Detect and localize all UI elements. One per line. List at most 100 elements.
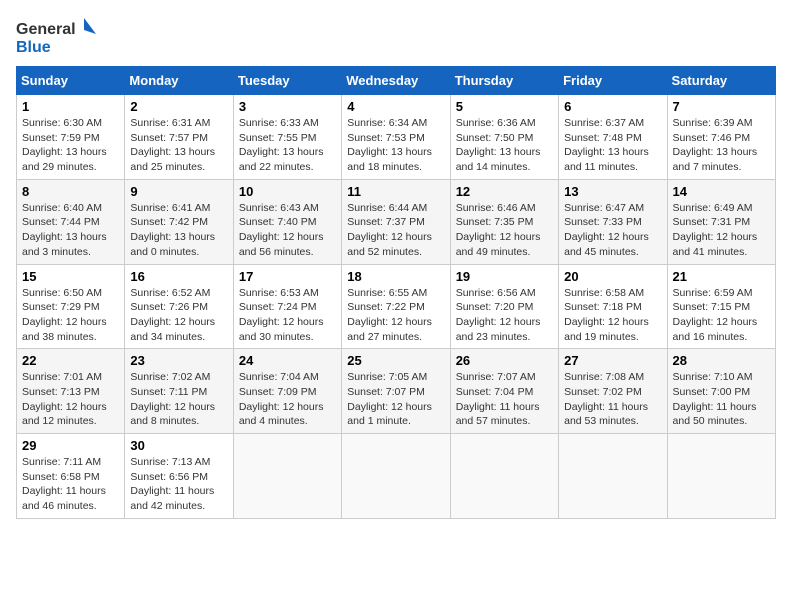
svg-text:Blue: Blue bbox=[16, 39, 51, 56]
calendar-cell: 21 Sunrise: 6:59 AM Sunset: 7:15 PM Dayli… bbox=[667, 264, 775, 349]
day-number: 27 bbox=[564, 353, 661, 368]
day-number: 16 bbox=[130, 269, 227, 284]
day-info: Sunrise: 6:37 AM Sunset: 7:48 PM Dayligh… bbox=[564, 116, 661, 175]
day-info: Sunrise: 6:46 AM Sunset: 7:35 PM Dayligh… bbox=[456, 201, 553, 260]
calendar-week-4: 22 Sunrise: 7:01 AM Sunset: 7:13 PM Dayli… bbox=[17, 349, 776, 434]
weekday-header-row: SundayMondayTuesdayWednesdayThursdayFrid… bbox=[17, 67, 776, 95]
logo-icon: GeneralBlue bbox=[16, 16, 96, 56]
day-info: Sunrise: 6:33 AM Sunset: 7:55 PM Dayligh… bbox=[239, 116, 336, 175]
day-number: 10 bbox=[239, 184, 336, 199]
day-info: Sunrise: 6:41 AM Sunset: 7:42 PM Dayligh… bbox=[130, 201, 227, 260]
day-info: Sunrise: 7:01 AM Sunset: 7:13 PM Dayligh… bbox=[22, 370, 119, 429]
weekday-monday: Monday bbox=[125, 67, 233, 95]
calendar-cell: 18Sunrise: 6:55 AM Sunset: 7:22 PM Dayli… bbox=[342, 264, 450, 349]
day-number: 3 bbox=[239, 99, 336, 114]
calendar-week-5: 29 Sunrise: 7:11 AM Sunset: 6:58 PM Dayli… bbox=[17, 434, 776, 519]
logo: GeneralBlue bbox=[16, 16, 96, 56]
calendar-cell: 23 Sunrise: 7:02 AM Sunset: 7:11 PM Dayli… bbox=[125, 349, 233, 434]
weekday-thursday: Thursday bbox=[450, 67, 558, 95]
calendar-cell: 28 Sunrise: 7:10 AM Sunset: 7:00 PM Dayli… bbox=[667, 349, 775, 434]
calendar-cell: 10 Sunrise: 6:43 AM Sunset: 7:40 PM Dayli… bbox=[233, 179, 341, 264]
day-number: 22 bbox=[22, 353, 119, 368]
calendar-cell: 30 Sunrise: 7:13 AM Sunset: 6:56 PM Dayli… bbox=[125, 434, 233, 519]
calendar-cell: 29 Sunrise: 7:11 AM Sunset: 6:58 PM Dayli… bbox=[17, 434, 125, 519]
calendar-cell: 8Sunrise: 6:40 AM Sunset: 7:44 PM Daylig… bbox=[17, 179, 125, 264]
calendar-cell: 11 Sunrise: 6:44 AM Sunset: 7:37 PM Dayli… bbox=[342, 179, 450, 264]
day-info: Sunrise: 7:08 AM Sunset: 7:02 PM Dayligh… bbox=[564, 370, 661, 429]
weekday-friday: Friday bbox=[559, 67, 667, 95]
calendar-cell: 4Sunrise: 6:34 AM Sunset: 7:53 PM Daylig… bbox=[342, 95, 450, 180]
calendar-cell: 2Sunrise: 6:31 AM Sunset: 7:57 PM Daylig… bbox=[125, 95, 233, 180]
day-number: 21 bbox=[673, 269, 770, 284]
day-number: 18 bbox=[347, 269, 444, 284]
day-info: Sunrise: 7:11 AM Sunset: 6:58 PM Dayligh… bbox=[22, 455, 119, 514]
day-number: 12 bbox=[456, 184, 553, 199]
day-number: 5 bbox=[456, 99, 553, 114]
day-info: Sunrise: 6:56 AM Sunset: 7:20 PM Dayligh… bbox=[456, 286, 553, 345]
page-header: GeneralBlue bbox=[16, 16, 776, 56]
day-info: Sunrise: 6:30 AM Sunset: 7:59 PM Dayligh… bbox=[22, 116, 119, 175]
calendar-cell: 3 Sunrise: 6:33 AM Sunset: 7:55 PM Daylig… bbox=[233, 95, 341, 180]
day-info: Sunrise: 6:49 AM Sunset: 7:31 PM Dayligh… bbox=[673, 201, 770, 260]
calendar-cell: 13 Sunrise: 6:47 AM Sunset: 7:33 PM Dayli… bbox=[559, 179, 667, 264]
day-info: Sunrise: 6:47 AM Sunset: 7:33 PM Dayligh… bbox=[564, 201, 661, 260]
day-info: Sunrise: 7:05 AM Sunset: 7:07 PM Dayligh… bbox=[347, 370, 444, 429]
calendar-cell: 14Sunrise: 6:49 AM Sunset: 7:31 PM Dayli… bbox=[667, 179, 775, 264]
calendar-cell: 16 Sunrise: 6:52 AM Sunset: 7:26 PM Dayli… bbox=[125, 264, 233, 349]
calendar-cell: 5Sunrise: 6:36 AM Sunset: 7:50 PM Daylig… bbox=[450, 95, 558, 180]
day-info: Sunrise: 6:31 AM Sunset: 7:57 PM Dayligh… bbox=[130, 116, 227, 175]
day-number: 26 bbox=[456, 353, 553, 368]
day-number: 29 bbox=[22, 438, 119, 453]
weekday-sunday: Sunday bbox=[17, 67, 125, 95]
day-number: 19 bbox=[456, 269, 553, 284]
day-info: Sunrise: 6:39 AM Sunset: 7:46 PM Dayligh… bbox=[673, 116, 770, 175]
calendar-cell bbox=[667, 434, 775, 519]
day-number: 15 bbox=[22, 269, 119, 284]
day-info: Sunrise: 7:10 AM Sunset: 7:00 PM Dayligh… bbox=[673, 370, 770, 429]
day-info: Sunrise: 6:59 AM Sunset: 7:15 PM Dayligh… bbox=[673, 286, 770, 345]
calendar-week-2: 8Sunrise: 6:40 AM Sunset: 7:44 PM Daylig… bbox=[17, 179, 776, 264]
day-info: Sunrise: 6:43 AM Sunset: 7:40 PM Dayligh… bbox=[239, 201, 336, 260]
calendar-cell: 17Sunrise: 6:53 AM Sunset: 7:24 PM Dayli… bbox=[233, 264, 341, 349]
calendar-cell: 6 Sunrise: 6:37 AM Sunset: 7:48 PM Daylig… bbox=[559, 95, 667, 180]
day-number: 6 bbox=[564, 99, 661, 114]
calendar-cell: 12 Sunrise: 6:46 AM Sunset: 7:35 PM Dayli… bbox=[450, 179, 558, 264]
calendar-cell: 1Sunrise: 6:30 AM Sunset: 7:59 PM Daylig… bbox=[17, 95, 125, 180]
calendar-body: 1Sunrise: 6:30 AM Sunset: 7:59 PM Daylig… bbox=[17, 95, 776, 519]
day-number: 23 bbox=[130, 353, 227, 368]
calendar-cell: 26 Sunrise: 7:07 AM Sunset: 7:04 PM Dayli… bbox=[450, 349, 558, 434]
calendar-cell: 15 Sunrise: 6:50 AM Sunset: 7:29 PM Dayli… bbox=[17, 264, 125, 349]
day-number: 8 bbox=[22, 184, 119, 199]
day-info: Sunrise: 6:44 AM Sunset: 7:37 PM Dayligh… bbox=[347, 201, 444, 260]
calendar-cell: 22 Sunrise: 7:01 AM Sunset: 7:13 PM Dayli… bbox=[17, 349, 125, 434]
calendar-cell: 25Sunrise: 7:05 AM Sunset: 7:07 PM Dayli… bbox=[342, 349, 450, 434]
calendar-cell: 27 Sunrise: 7:08 AM Sunset: 7:02 PM Dayli… bbox=[559, 349, 667, 434]
day-info: Sunrise: 7:02 AM Sunset: 7:11 PM Dayligh… bbox=[130, 370, 227, 429]
calendar-cell: 9Sunrise: 6:41 AM Sunset: 7:42 PM Daylig… bbox=[125, 179, 233, 264]
calendar-cell bbox=[233, 434, 341, 519]
calendar-cell: 24Sunrise: 7:04 AM Sunset: 7:09 PM Dayli… bbox=[233, 349, 341, 434]
day-number: 28 bbox=[673, 353, 770, 368]
weekday-wednesday: Wednesday bbox=[342, 67, 450, 95]
calendar-cell bbox=[450, 434, 558, 519]
calendar-cell: 7 Sunrise: 6:39 AM Sunset: 7:46 PM Daylig… bbox=[667, 95, 775, 180]
day-number: 17 bbox=[239, 269, 336, 284]
day-info: Sunrise: 7:13 AM Sunset: 6:56 PM Dayligh… bbox=[130, 455, 227, 514]
calendar-cell bbox=[559, 434, 667, 519]
day-info: Sunrise: 6:52 AM Sunset: 7:26 PM Dayligh… bbox=[130, 286, 227, 345]
day-number: 4 bbox=[347, 99, 444, 114]
day-number: 13 bbox=[564, 184, 661, 199]
day-number: 11 bbox=[347, 184, 444, 199]
calendar-week-3: 15 Sunrise: 6:50 AM Sunset: 7:29 PM Dayli… bbox=[17, 264, 776, 349]
calendar-cell: 20 Sunrise: 6:58 AM Sunset: 7:18 PM Dayli… bbox=[559, 264, 667, 349]
day-number: 7 bbox=[673, 99, 770, 114]
day-number: 30 bbox=[130, 438, 227, 453]
calendar-table: SundayMondayTuesdayWednesdayThursdayFrid… bbox=[16, 66, 776, 519]
day-number: 20 bbox=[564, 269, 661, 284]
day-info: Sunrise: 6:58 AM Sunset: 7:18 PM Dayligh… bbox=[564, 286, 661, 345]
day-info: Sunrise: 7:04 AM Sunset: 7:09 PM Dayligh… bbox=[239, 370, 336, 429]
svg-text:General: General bbox=[16, 21, 76, 38]
day-info: Sunrise: 7:07 AM Sunset: 7:04 PM Dayligh… bbox=[456, 370, 553, 429]
calendar-week-1: 1Sunrise: 6:30 AM Sunset: 7:59 PM Daylig… bbox=[17, 95, 776, 180]
day-info: Sunrise: 6:50 AM Sunset: 7:29 PM Dayligh… bbox=[22, 286, 119, 345]
